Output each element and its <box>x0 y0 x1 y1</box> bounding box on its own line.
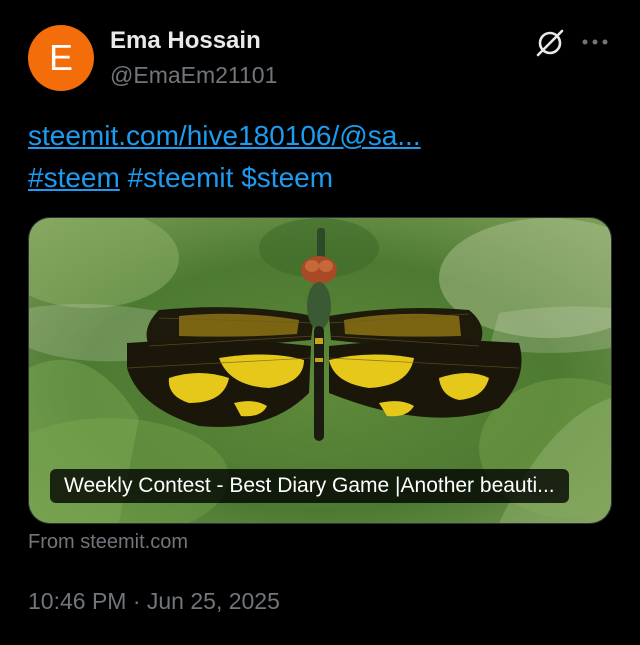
display-name[interactable]: Ema Hossain <box>110 27 261 55</box>
link-source[interactable]: From steemit.com <box>28 531 188 554</box>
cashtag-steem[interactable]: $steem <box>241 162 333 193</box>
tweet-link[interactable]: steemit.com/hive180106/@sa... <box>28 120 421 151</box>
timestamp[interactable]: 10:46 PM · Jun 25, 2025 <box>28 588 280 615</box>
card-title: Weekly Contest - Best Diary Game |Anothe… <box>50 469 569 503</box>
unfollow-icon[interactable] <box>533 26 567 60</box>
user-handle[interactable]: @EmaEm21101 <box>110 62 277 89</box>
link-preview-card[interactable]: Weekly Contest - Best Diary Game |Anothe… <box>28 217 612 524</box>
more-icon[interactable] <box>580 32 610 52</box>
avatar[interactable]: E <box>28 25 94 91</box>
tweet-text: steemit.com/hive180106/@sa... #steem #st… <box>28 115 421 199</box>
hashtag-steemit[interactable]: #steemit <box>128 162 234 193</box>
hashtag-steem[interactable]: #steem <box>28 162 120 193</box>
